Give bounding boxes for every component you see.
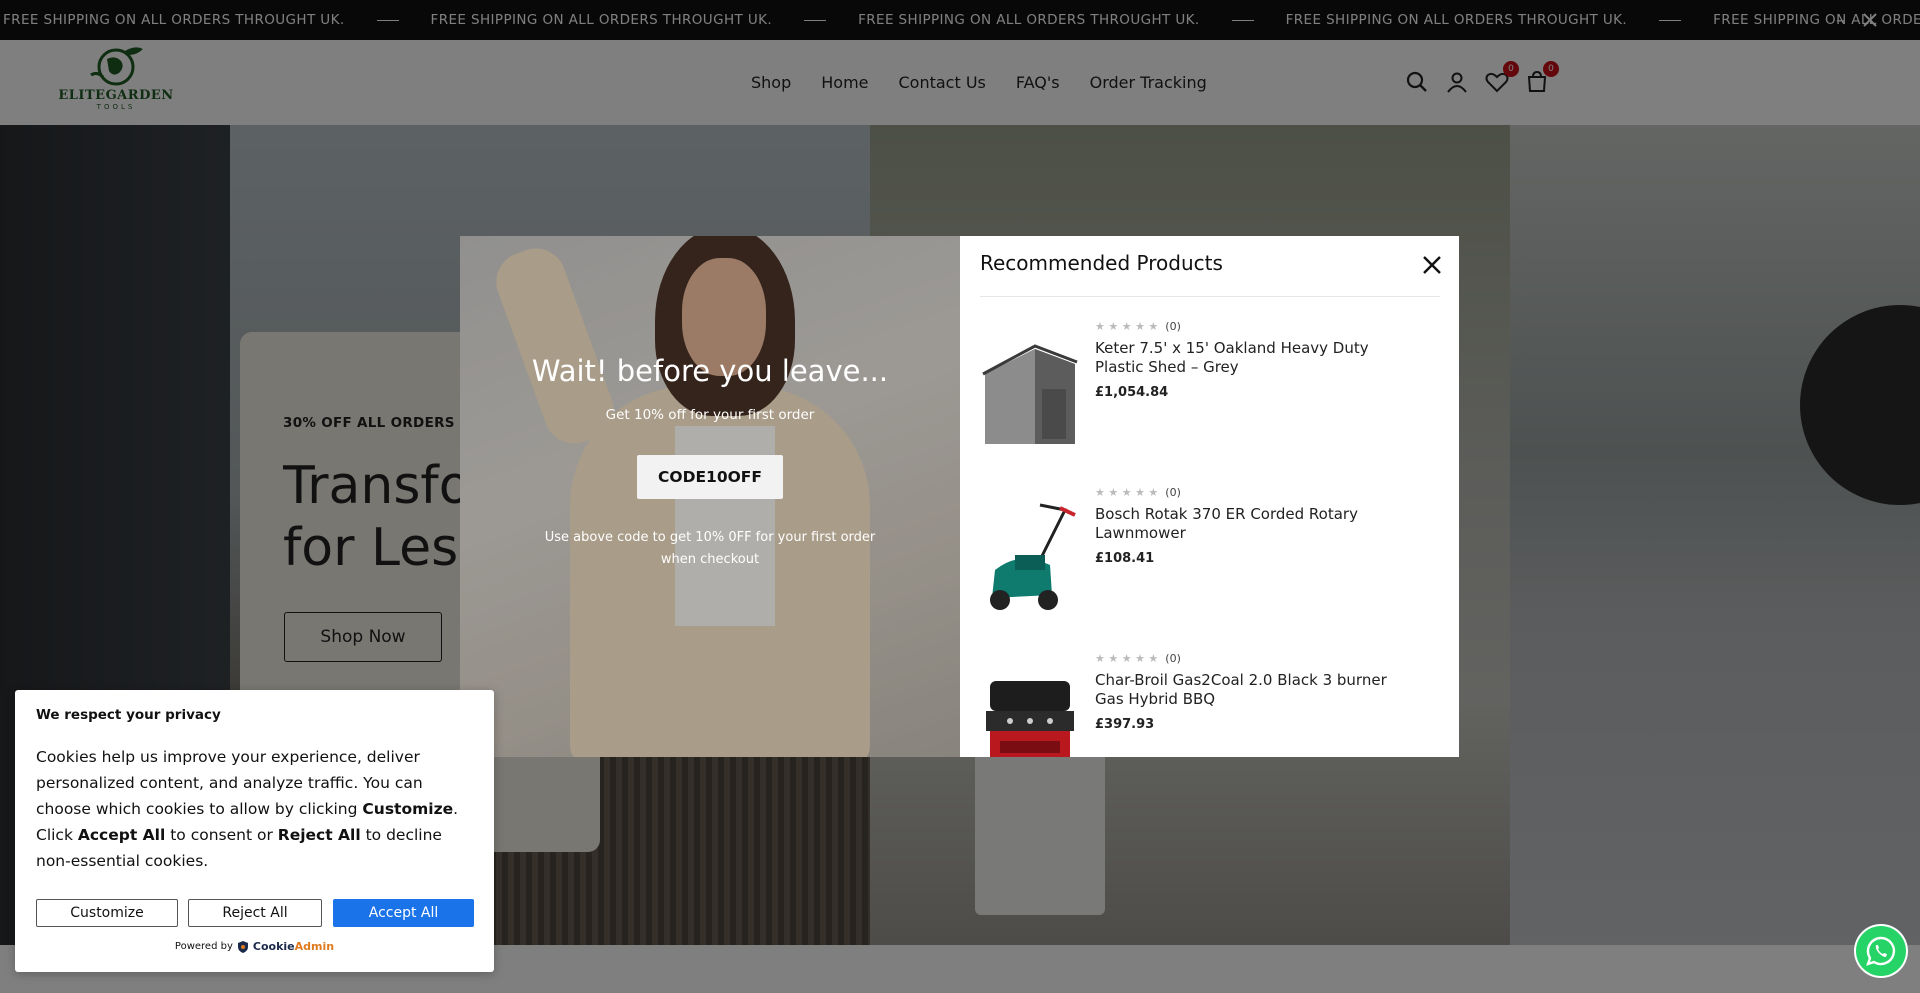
product-name[interactable]: Bosch Rotak 370 ER Corded Rotary Lawnmow…: [1095, 505, 1395, 543]
product-item[interactable]: ★ ★ ★ ★ ★ (0) Bosch Rotak 370 ER Corded …: [980, 486, 1440, 626]
product-info: ★ ★ ★ ★ ★ (0) Keter 7.5' x 15' Oakland H…: [1095, 320, 1395, 400]
review-count: (0): [1165, 486, 1181, 499]
rating-stars: ★ ★ ★ ★ ★ (0): [1095, 652, 1181, 665]
cookie-body: Cookies help us improve your experience,…: [36, 744, 476, 874]
cookieadmin-brand-part: Admin: [294, 940, 335, 953]
product-image-lawnmower[interactable]: [980, 500, 1080, 615]
cookie-consent-banner: We respect your privacy Cookies help us …: [15, 690, 494, 972]
product-name[interactable]: Char-Broil Gas2Coal 2.0 Black 3 burner G…: [1095, 671, 1395, 709]
product-price: £1,054.84: [1095, 385, 1169, 400]
cookie-reject-all-button[interactable]: Reject All: [188, 899, 322, 927]
product-image-bbq[interactable]: [980, 666, 1080, 757]
whatsapp-icon: [1866, 936, 1896, 966]
product-item[interactable]: ★ ★ ★ ★ ★ (0) Keter 7.5' x 15' Oakland H…: [980, 320, 1440, 460]
cookie-body-emphasis: Customize: [362, 800, 454, 818]
popup-subheading: Get 10% off for your first order: [605, 407, 815, 423]
product-price: £108.41: [1095, 551, 1155, 566]
review-count: (0): [1165, 652, 1181, 665]
popup-promo-panel: Wait! before you leave... Get 10% off fo…: [460, 236, 960, 757]
cookie-title: We respect your privacy: [36, 707, 221, 723]
cookieadmin-brand-part: Cookie: [252, 940, 295, 953]
product-name[interactable]: Keter 7.5' x 15' Oakland Heavy Duty Plas…: [1095, 339, 1395, 377]
product-image-shed[interactable]: [980, 334, 1080, 449]
rating-stars: ★ ★ ★ ★ ★ (0): [1095, 486, 1181, 499]
product-info: ★ ★ ★ ★ ★ (0) Bosch Rotak 370 ER Corded …: [1095, 486, 1395, 566]
whatsapp-chat-button[interactable]: [1856, 926, 1906, 976]
exit-intent-popup: Wait! before you leave... Get 10% off fo…: [460, 236, 1459, 757]
cookie-accept-all-button[interactable]: Accept All: [333, 899, 474, 927]
product-price: £397.93: [1095, 717, 1155, 732]
powered-by-label: Powered by: [174, 941, 233, 952]
cookieadmin-logo[interactable]: CookieAdmin: [253, 940, 334, 953]
cookie-body-emphasis: Accept All: [77, 826, 166, 844]
cookieadmin-shield-icon: [237, 940, 248, 953]
recommended-title: Recommended Products: [980, 251, 1223, 275]
discount-code[interactable]: CODE10OFF: [637, 455, 783, 499]
review-count: (0): [1165, 320, 1181, 333]
recommended-products-panel: Recommended Products ★ ★ ★ ★ ★ (0) Keter…: [960, 236, 1459, 757]
product-info: ★ ★ ★ ★ ★ (0) Char-Broil Gas2Coal 2.0 Bl…: [1095, 652, 1395, 732]
rating-stars: ★ ★ ★ ★ ★ (0): [1095, 320, 1181, 333]
popup-close-icon[interactable]: [1422, 255, 1442, 275]
cookie-body-text: to consent or: [165, 826, 278, 844]
recommended-divider: [980, 296, 1440, 297]
popup-heading: Wait! before you leave...: [531, 354, 889, 388]
product-item[interactable]: ★ ★ ★ ★ ★ (0) Char-Broil Gas2Coal 2.0 Bl…: [980, 652, 1440, 757]
cookie-body-emphasis: Reject All: [277, 826, 361, 844]
popup-note: Use above code to get 10% 0FF for your f…: [544, 530, 876, 567]
cookie-powered-by: Powered by CookieAdmin: [15, 940, 494, 953]
cookie-customize-button[interactable]: Customize: [36, 899, 178, 927]
